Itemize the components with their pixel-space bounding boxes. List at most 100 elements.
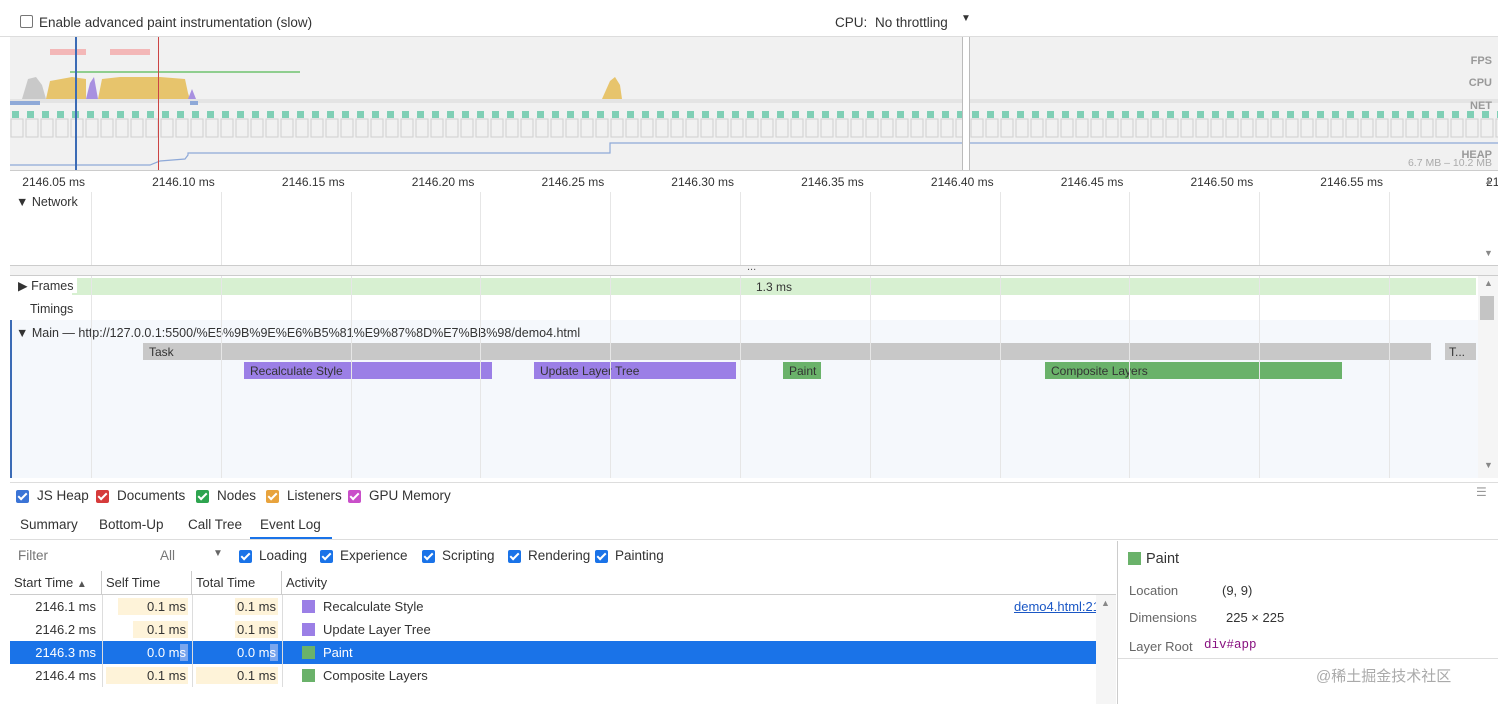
frame-box [490,118,504,138]
activity-header[interactable]: Activity [282,571,1116,595]
chevron-down-icon[interactable]: ▼ [213,548,223,559]
frame-box [1435,118,1449,138]
flame-scrollbar-thumb[interactable] [1480,296,1494,320]
frame-marker [132,111,139,118]
table-scrollbar[interactable]: ▲ [1096,595,1116,704]
frame-marker [582,111,589,118]
network-track-toggle[interactable]: ▼ Network [16,195,78,209]
frame-marker [762,111,769,118]
frame-marker [672,111,679,118]
splitter[interactable]: ... [10,261,1498,276]
selection-end-marker[interactable] [158,37,159,170]
source-link[interactable]: demo4.html:21 [1008,595,1106,618]
filter-checkbox[interactable] [422,549,435,563]
total-time-header[interactable]: Total Time [192,571,282,595]
cpu-throttling-select[interactable]: No throttling [875,15,948,30]
self-time-header[interactable]: Self Time [102,571,192,595]
window-handle[interactable] [962,37,970,170]
frames-track-toggle[interactable]: ▶ Frames [18,278,78,293]
filter-experience[interactable]: Experience [320,548,408,563]
frame-marker [27,111,34,118]
table-row[interactable]: 2146.3 ms 0.0 ms 0.0 ms Paint [10,641,1096,664]
frame-box [1330,118,1344,138]
filter-rendering[interactable]: Rendering [508,548,590,563]
tab-call-tree[interactable]: Call Tree [188,517,242,532]
legend-item-nodes[interactable]: Nodes [196,488,256,503]
layer-root-value[interactable]: div#app [1204,638,1257,652]
start-time-header[interactable]: Start Time ▲ [10,571,102,595]
flame-scrollbar[interactable]: ▲ ▼ [1478,276,1498,478]
frame-box [1225,118,1239,138]
filter-input[interactable] [14,544,148,566]
heap-range: 6.7 MB – 10.2 MB [1407,157,1492,169]
frame-marker [942,111,949,118]
main-track-toggle[interactable]: ▼ Main — http://127.0.0.1:5500/%E5%9B%9E… [16,326,580,340]
flame-gridline [869,276,871,478]
frame-bar[interactable]: 1.3 ms [72,278,1476,295]
legend-checkbox[interactable] [348,489,361,503]
selection-start-marker[interactable] [75,37,77,170]
timings-label[interactable]: Timings [30,302,73,316]
frame-marker [372,111,379,118]
flame-chart[interactable]: ▶ Frames 1.3 ms Timings ▼ Main — http://… [10,276,1478,478]
network-track[interactable]: ▼ Network [10,192,1478,266]
chevron-down-icon[interactable]: ▼ [961,13,971,24]
task-event-2[interactable]: T... [1445,343,1476,360]
filter-checkbox[interactable] [320,549,333,563]
legend-checkbox[interactable] [96,489,109,503]
category-swatch [302,646,315,659]
tab-summary[interactable]: Summary [20,517,78,532]
frames-strip [10,111,1498,138]
legend-item-js-heap[interactable]: JS Heap [16,488,89,503]
frame-marker [492,111,499,118]
duration-select[interactable]: All [160,548,175,563]
frame-box [460,118,474,138]
filter-scripting[interactable]: Scripting [422,548,495,563]
legend-checkbox[interactable] [196,489,209,503]
scroll-down-icon[interactable]: ▼ [1484,248,1493,258]
frame-marker [1212,111,1219,118]
legend-item-gpu-memory[interactable]: GPU Memory [348,488,451,503]
network-gridline [91,192,92,266]
scroll-up-icon[interactable]: ▲ [1484,278,1493,288]
column-divider [282,641,283,664]
settings-handle-icon[interactable]: ☰ [1476,485,1487,499]
legend-label: GPU Memory [369,488,451,503]
activity-cell: Composite Layers [296,664,896,687]
update-layer-tree-event[interactable]: Update Layer Tree [534,362,736,379]
scroll-down-icon[interactable]: ▼ [1484,460,1493,470]
tab-bottom-up[interactable]: Bottom-Up [99,517,164,532]
task-event[interactable]: Task [143,343,1431,360]
filter-checkbox[interactable] [595,549,608,563]
legend-item-documents[interactable]: Documents [96,488,185,503]
scroll-up-icon[interactable]: ▲ [1484,176,1493,186]
frame-marker [822,111,829,118]
total-time-cell: 0.1 ms [236,622,276,637]
filter-checkbox[interactable] [508,549,521,563]
legend-checkbox[interactable] [266,489,279,503]
frame-box [820,118,834,138]
filter-painting[interactable]: Painting [595,548,664,563]
frame-box [595,118,609,138]
paint-event[interactable]: Paint [783,362,821,379]
timeline-overview[interactable]: 200 ms400 ms600 ms800 ms1000 ms1200 ms14… [10,37,1498,171]
start-time-cell: 2146.3 ms [35,645,96,660]
frame-marker [1137,111,1144,118]
composite-layers-event[interactable]: Composite Layers [1045,362,1342,379]
filter-loading[interactable]: Loading [239,548,307,563]
table-row[interactable]: 2146.2 ms 0.1 ms 0.1 ms Update Layer Tree [10,618,1096,641]
recalculate-style-event[interactable]: Recalculate Style [244,362,492,379]
paint-instrumentation-checkbox[interactable] [20,15,33,28]
frame-marker [12,111,19,118]
frame-box [1465,118,1479,138]
filter-checkbox[interactable] [239,549,252,563]
scroll-up-icon[interactable]: ▲ [1101,598,1110,608]
table-row[interactable]: 2146.4 ms 0.1 ms 0.1 ms Composite Layers [10,664,1096,687]
table-row[interactable]: 2146.1 ms 0.1 ms 0.1 ms Recalculate Style de… [10,595,1100,618]
legend-item-listeners[interactable]: Listeners [266,488,342,503]
splitter-grip-icon[interactable]: ... [747,261,756,273]
frame-box [940,118,954,138]
flame-gridline [480,276,482,478]
legend-checkbox[interactable] [16,489,29,503]
tab-event-log[interactable]: Event Log [260,517,321,532]
